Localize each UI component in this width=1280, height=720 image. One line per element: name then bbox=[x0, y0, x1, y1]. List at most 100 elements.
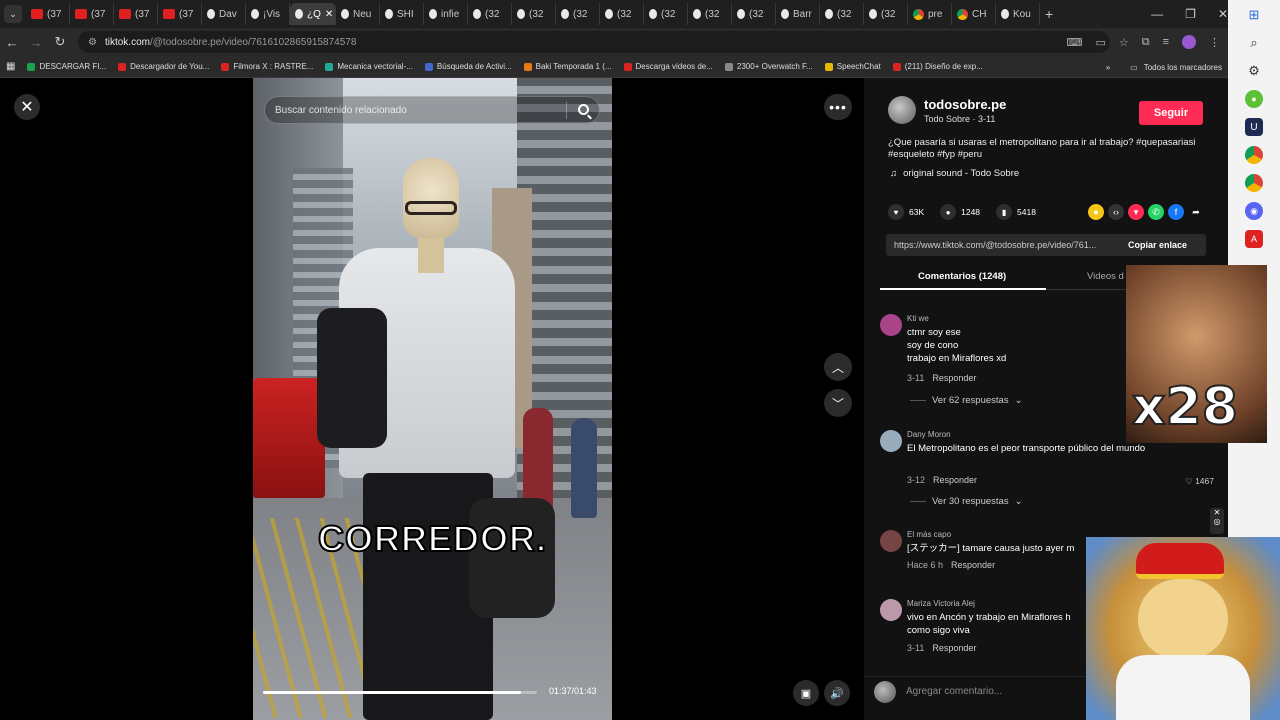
reply-button[interactable]: Responder bbox=[932, 373, 976, 383]
embed-icon[interactable]: ‹› bbox=[1108, 204, 1124, 220]
save-button[interactable]: ▮ 5418 bbox=[996, 204, 1036, 220]
tab-item[interactable]: (32 bbox=[864, 3, 908, 25]
all-bookmarks[interactable]: » ▭ Todos los marcadores bbox=[1106, 56, 1222, 78]
add-comment-input[interactable]: Agregar comentario... bbox=[906, 686, 1002, 697]
tab-item[interactable]: Dav bbox=[202, 3, 246, 25]
forward-button[interactable]: → bbox=[24, 35, 48, 50]
search-icon[interactable] bbox=[578, 104, 589, 115]
back-button[interactable]: ← bbox=[0, 35, 24, 50]
profile-avatar[interactable] bbox=[1182, 35, 1196, 49]
tab-item[interactable]: (32 bbox=[600, 3, 644, 25]
volume-icon[interactable]: 🔊 bbox=[824, 680, 850, 706]
more-options-icon[interactable]: ••• bbox=[824, 94, 852, 120]
tab-item[interactable]: (37 bbox=[114, 3, 158, 25]
tab-item[interactable]: (32 bbox=[556, 3, 600, 25]
tab-comments[interactable]: Comentarios (1248) bbox=[918, 271, 1006, 282]
reply-button[interactable]: Responder bbox=[932, 643, 976, 653]
video-player[interactable]: Buscar contenido relacionado CORREDOR. 0… bbox=[253, 78, 612, 720]
restore-button[interactable]: ❐ bbox=[1185, 7, 1196, 21]
chat-app-icon[interactable]: ● bbox=[1245, 90, 1263, 108]
bookmark-item[interactable]: Mecanica vectorial-... bbox=[319, 62, 419, 71]
reload-button[interactable]: ↻ bbox=[48, 34, 72, 50]
bookmark-item[interactable]: Descargador de You... bbox=[112, 62, 215, 71]
tab-item[interactable]: CH bbox=[952, 3, 996, 25]
close-icon[interactable]: ✕ bbox=[14, 94, 40, 120]
comment-avatar[interactable] bbox=[880, 430, 902, 452]
comment-button[interactable]: ● 1248 bbox=[940, 204, 980, 220]
tab-item[interactable]: (32 bbox=[732, 3, 776, 25]
menu-icon[interactable]: ⋮ bbox=[1209, 36, 1220, 49]
bookmark-item[interactable]: 2300+ Overwatch F... bbox=[719, 62, 819, 71]
bookmark-star-icon[interactable]: ☆ bbox=[1119, 36, 1129, 49]
comment-user[interactable]: El más capo bbox=[907, 530, 951, 539]
new-tab-button[interactable]: + bbox=[1040, 3, 1062, 25]
search-icon[interactable]: ⌕ bbox=[1245, 34, 1263, 52]
tab-item[interactable]: (32 bbox=[820, 3, 864, 25]
translate-icon[interactable]: ⌨ bbox=[1067, 36, 1083, 49]
miniplayer-icon[interactable]: ▣ bbox=[793, 680, 819, 706]
follow-button[interactable]: Seguir bbox=[1139, 101, 1203, 125]
bookmark-item[interactable]: Baki Temporada 1 (... bbox=[518, 62, 618, 71]
bookmark-item[interactable]: Búsqueda de Activi... bbox=[419, 62, 518, 71]
tab-creator-videos[interactable]: Videos d bbox=[1087, 271, 1124, 282]
facebook-icon[interactable]: f bbox=[1168, 204, 1184, 220]
next-video-button[interactable]: ﹀ bbox=[824, 389, 852, 417]
tab-item[interactable]: Neu bbox=[336, 3, 380, 25]
tab-item[interactable]: (32 bbox=[688, 3, 732, 25]
bookmark-item[interactable]: (211) Diseño de exp... bbox=[887, 62, 989, 71]
bookmark-item[interactable]: Descarga videos de... bbox=[618, 62, 719, 71]
site-info-icon[interactable]: ⚙ bbox=[88, 37, 97, 48]
overlay-controls[interactable]: ✕ ◎ bbox=[1210, 508, 1224, 534]
tab-item[interactable]: (32 bbox=[468, 3, 512, 25]
video-link[interactable]: https://www.tiktok.com/@todosobre.pe/vid… bbox=[886, 240, 1122, 250]
tab-item[interactable]: ¿Q ✕ bbox=[290, 3, 336, 25]
minimize-button[interactable]: — bbox=[1151, 7, 1163, 21]
comment-like-button[interactable]: ♡ 1467 bbox=[1185, 476, 1214, 487]
tab-item[interactable]: ¡Vis bbox=[246, 3, 290, 25]
apps-icon[interactable]: ▦ bbox=[0, 61, 21, 72]
video-progress-bar[interactable] bbox=[263, 691, 537, 694]
bookmark-item[interactable]: Filmora X : RASTRE... bbox=[215, 62, 319, 71]
comment-user[interactable]: Kti we bbox=[907, 314, 929, 323]
author-name[interactable]: todosobre.pe bbox=[924, 97, 1006, 112]
tab-item[interactable]: Kou bbox=[996, 3, 1040, 25]
bookmark-item[interactable]: DESCARGAR FI... bbox=[21, 62, 112, 71]
comment-user[interactable]: Mariza Victoria Alej bbox=[907, 599, 975, 608]
extensions-icon[interactable]: ⧉ bbox=[1142, 36, 1150, 49]
previous-video-button[interactable]: ︿ bbox=[824, 353, 852, 381]
related-search-input[interactable]: Buscar contenido relacionado bbox=[264, 96, 600, 124]
media-icon[interactable]: ≡ bbox=[1163, 36, 1169, 48]
comment-avatar[interactable] bbox=[880, 530, 902, 552]
author-info[interactable]: todosobre.pe Todo Sobre · 3-11 bbox=[888, 96, 1006, 124]
copy-link-button[interactable]: Copiar enlace bbox=[1122, 240, 1187, 250]
tab-item[interactable]: (37 bbox=[70, 3, 114, 25]
close-window-button[interactable]: ✕ bbox=[1218, 7, 1228, 21]
discord-icon[interactable]: ◉ bbox=[1245, 202, 1263, 220]
windows-icon[interactable]: ⊞ bbox=[1245, 6, 1263, 24]
share-arrow-icon[interactable]: ➦ bbox=[1188, 204, 1204, 220]
tab-item[interactable]: Barr bbox=[776, 3, 820, 25]
comment-avatar[interactable] bbox=[880, 314, 902, 336]
tab-item[interactable]: (32 bbox=[644, 3, 688, 25]
chrome-profile-icon[interactable] bbox=[1245, 174, 1263, 192]
cast-icon[interactable]: ▭ bbox=[1095, 36, 1105, 49]
app-u-icon[interactable]: U bbox=[1245, 118, 1263, 136]
tab-item[interactable]: infie bbox=[424, 3, 468, 25]
reply-button[interactable]: Responder bbox=[951, 560, 995, 570]
sound-link[interactable]: ♫ original sound - Todo Sobre bbox=[890, 168, 1019, 179]
close-tab-icon[interactable]: ✕ bbox=[325, 9, 333, 20]
tab-item[interactable]: (32 bbox=[512, 3, 556, 25]
tab-item[interactable]: SHI bbox=[380, 3, 424, 25]
tab-item[interactable]: (37 bbox=[158, 3, 202, 25]
bookmark-item[interactable]: SpeechChat bbox=[819, 62, 887, 71]
view-replies-button[interactable]: Ver 30 respuestas ⌄ bbox=[910, 496, 1023, 507]
url-bar[interactable]: ⚙ tiktok.com/@todosobre.pe/video/7616102… bbox=[78, 31, 1110, 53]
reply-button[interactable]: Responder bbox=[933, 475, 977, 485]
coin-icon[interactable]: ● bbox=[1088, 204, 1104, 220]
comment-avatar[interactable] bbox=[880, 599, 902, 621]
comment-user[interactable]: Dany Moron bbox=[907, 430, 951, 439]
tab-item[interactable]: (37 bbox=[26, 3, 70, 25]
chevron-more-icon[interactable]: » bbox=[1106, 63, 1110, 72]
view-replies-button[interactable]: Ver 62 respuestas ⌄ bbox=[910, 395, 1023, 406]
whatsapp-icon[interactable]: ✆ bbox=[1148, 204, 1164, 220]
